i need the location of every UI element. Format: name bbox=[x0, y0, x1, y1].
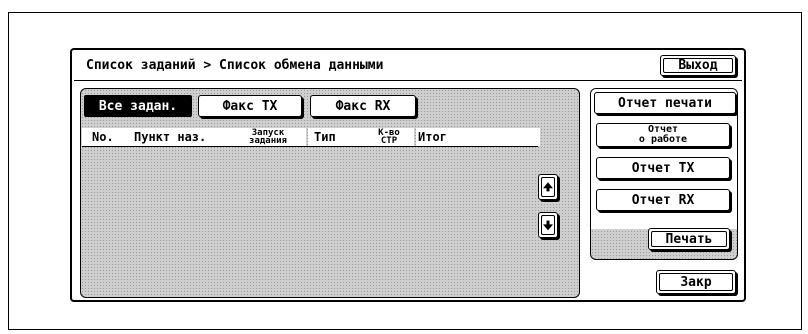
tab-all-jobs[interactable]: Все задан. bbox=[84, 95, 192, 117]
col-header-start: Запуск задания bbox=[230, 128, 306, 146]
exit-button[interactable]: Выход bbox=[660, 55, 736, 76]
col-header-destination: Пункт наз. bbox=[128, 128, 234, 146]
close-button[interactable]: Закр bbox=[656, 270, 736, 294]
arrow-down-icon bbox=[543, 224, 553, 231]
col-header-type: Тип bbox=[308, 128, 368, 146]
job-list-area bbox=[80, 88, 580, 298]
arrow-down-stem bbox=[546, 220, 550, 225]
scroll-down-button[interactable] bbox=[538, 212, 558, 238]
col-header-pages-line2: СТР bbox=[380, 136, 398, 146]
header-divider bbox=[82, 146, 538, 147]
report-print-heading: Отчет печати bbox=[594, 92, 736, 114]
col-header-pages: К-во СТР bbox=[364, 128, 414, 146]
work-report-line2: о работе bbox=[638, 134, 688, 145]
tab-fax-tx[interactable]: Факс TX bbox=[198, 95, 302, 117]
title-divider bbox=[74, 80, 742, 81]
rx-report-button[interactable]: Отчет RX bbox=[596, 189, 730, 211]
tx-report-button[interactable]: Отчет TX bbox=[596, 157, 730, 179]
scroll-up-button[interactable] bbox=[538, 174, 558, 200]
arrow-up-stem bbox=[546, 187, 550, 192]
col-header-result: Итог bbox=[416, 128, 540, 146]
print-button[interactable]: Печать bbox=[648, 228, 730, 250]
tab-fax-rx[interactable]: Факс RX bbox=[310, 95, 416, 117]
page-title: Список заданий > Список обмена данными bbox=[86, 58, 384, 73]
work-report-button[interactable]: Отчет о работе bbox=[596, 123, 730, 147]
col-header-start-line2: задания bbox=[249, 136, 287, 146]
